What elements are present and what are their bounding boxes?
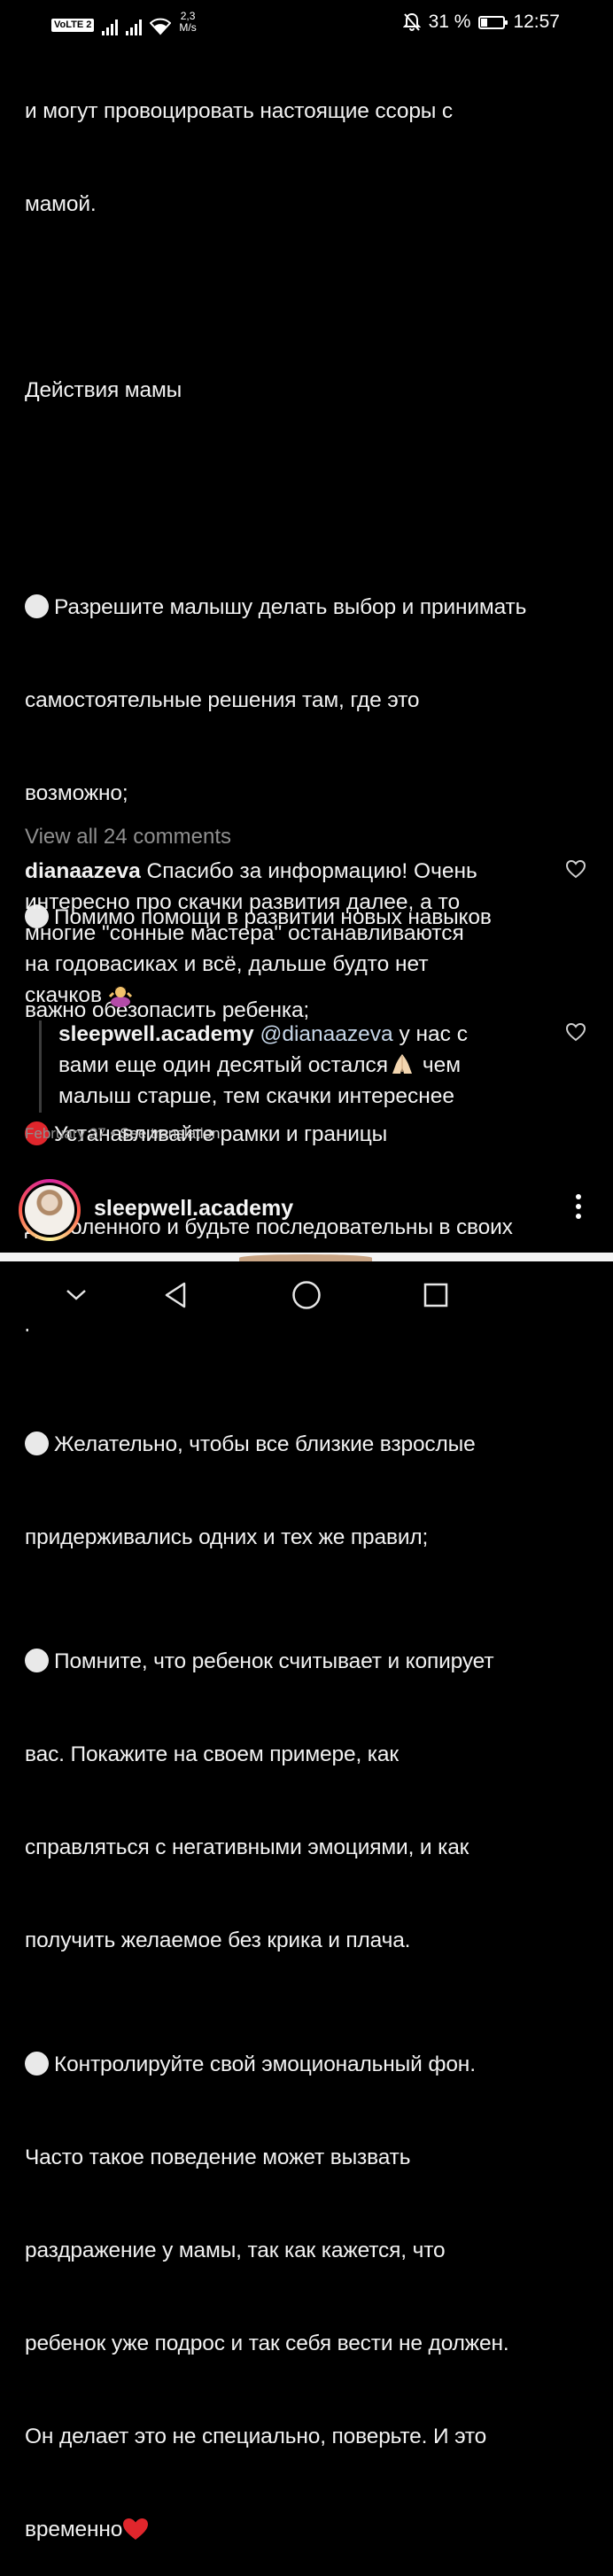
caption-text: временно [25,2518,123,2541]
battery-icon [478,15,508,29]
red-heart-icon [123,2518,149,2540]
comment-line: на годовасиках и всё, дальше будто нет [25,952,429,976]
home-circle-icon[interactable] [291,1279,322,1311]
reply-line: вами еще один десятый остался чем [58,1050,537,1081]
white-circle-icon [25,1649,49,1672]
status-bar: VoLTE 2 2,3 M/s 31 % 12:57 [0,0,613,50]
white-circle-icon [25,594,49,618]
white-circle-icon [25,2052,49,2076]
post-date: February 27 [25,1125,106,1142]
caption-bullet-line: Желательно, чтобы все близкие взрослые [25,1429,601,1460]
net-speed-unit: M/s [179,21,197,34]
post-image[interactable] [0,1253,613,1261]
folded-hands-icon [392,1054,413,1074]
reply-line: sleepwell.academy @dianaazeva у нас с [58,1019,537,1050]
status-right: 31 % 12:57 [402,12,560,33]
caption-last-line: временно [25,2514,601,2545]
person-shrugging-icon [108,986,132,1007]
comment-text: Спасибо за информацию! Очень [140,859,477,883]
caption-line [25,282,601,313]
battery-fill [481,18,488,27]
caption-text: Желательно, чтобы все близкие взрослые [54,1432,476,1456]
caption-line: получить желаемое без крика и плача. [25,1928,411,1952]
avatar-frame [22,1183,77,1238]
signal-sim1-icon [102,18,119,35]
post-meta: February 27 • See translation [25,1123,220,1144]
caption-text: Разрешите малышу делать выбор и принимат… [54,595,527,619]
caption-line: самостоятельные решения там, где это [25,688,420,712]
meta-separator: • [105,1125,120,1142]
caption-text: Помните, что ребенок считывает и копируе… [54,1649,494,1673]
caption-heading: Действия мамы [25,378,182,402]
caption-line: раздражение у мамы, так как кажется, что [25,2238,446,2262]
see-translation-link[interactable]: See translation [120,1125,220,1142]
comment-like-heart-icon[interactable] [565,859,586,879]
caption-text: Контролируйте свой эмоциональный фон. [54,2052,476,2076]
comment-username[interactable]: dianaazeva [25,859,141,883]
caption-bullet-line: Помните, что ребенок считывает и копируе… [25,1646,601,1677]
status-left: VoLTE 2 2,3 M/s [51,11,197,35]
net-speed: 2,3 M/s [179,11,196,34]
view-all-comments-link[interactable]: View all 24 comments [25,822,231,852]
comment-line: многие "сонные мастера" останавливаются [25,921,464,945]
avatar[interactable] [19,1179,81,1241]
back-triangle-icon[interactable] [159,1279,191,1311]
reply-text: вами еще один десятый остался [58,1053,389,1077]
comment-line: dianaazeva Спасибо за информацию! Очень [25,856,530,887]
reply-mention[interactable]: @dianaazeva [260,1022,392,1046]
signal-sim2-icon [126,18,143,35]
reply-line: малыш старше, тем скачки интереснее [58,1084,455,1108]
reply: sleepwell.academy @dianaazeva у нас с ва… [58,1019,537,1112]
reply-text: чем [416,1053,462,1077]
caption-bullet-line: Контролируйте свой эмоциональный фон. [25,2049,601,2080]
white-circle-icon [25,1432,49,1455]
clock: 12:57 [513,12,560,32]
volte-badge: VoLTE 2 [51,19,95,32]
comment-line: интересно про скачки развития далее, а т… [25,890,461,914]
battery-percent: 31 % [428,12,471,32]
caption-line: и могут провоцировать настоящие ссоры с [25,99,454,123]
system-nav-bar [0,1261,613,1329]
caption-line: Он делает это не специально, поверьте. И… [25,2425,487,2448]
recents-square-icon[interactable] [420,1279,452,1311]
chevron-down-icon[interactable] [60,1279,92,1311]
post-username[interactable]: sleepwell.academy [94,1196,293,1222]
avatar-image [25,1185,74,1235]
reply-like-heart-icon[interactable] [565,1022,586,1042]
more-vertical-icon[interactable] [574,1194,583,1224]
reply-text: у нас с [392,1022,468,1046]
reply-thread-line [39,1020,42,1113]
caption-line: мамой. [25,192,97,216]
caption-line: придерживались одних и тех же правил; [25,1525,429,1549]
caption-line: ребенок уже подрос и так себя вести не д… [25,2332,509,2355]
comment-text: скачков [25,983,108,1007]
mute-bell-icon [402,12,421,31]
caption-line: справляться с негативными эмоциями, и ка… [25,1835,469,1859]
next-post-header: sleepwell.academy [0,1175,613,1245]
caption-line: Часто такое поведение может вызвать [25,2145,411,2169]
reply-username[interactable]: sleepwell.academy [58,1022,254,1046]
comment-line: скачков [25,980,530,1011]
net-speed-value: 2,3 [180,10,196,22]
comment: dianaazeva Спасибо за информацию! Очень … [25,856,530,1011]
caption-line: вас. Покажите на своем примере, как [25,1742,399,1766]
wifi-icon [150,18,172,35]
caption-line [25,468,601,499]
caption-line: возможно; [25,781,128,805]
caption-bullet-line: Разрешите малышу делать выбор и принимат… [25,592,601,623]
